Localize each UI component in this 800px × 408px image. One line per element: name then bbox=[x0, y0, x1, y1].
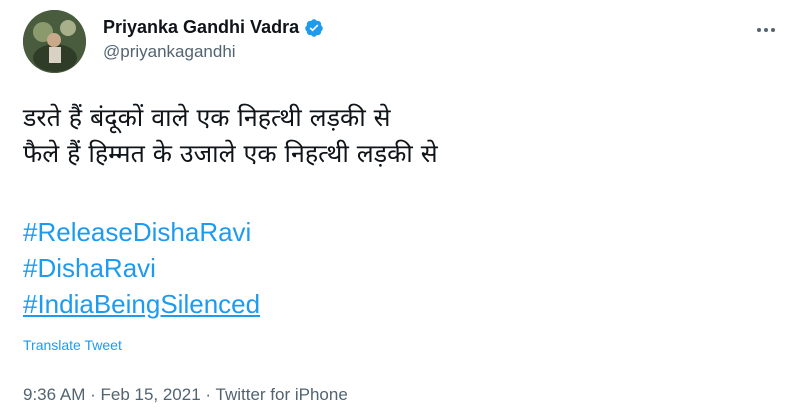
verified-badge-icon bbox=[304, 18, 324, 38]
avatar-photo-icon bbox=[23, 10, 86, 73]
hashtag-list: #ReleaseDishaRavi #DishaRavi #IndiaBeing… bbox=[23, 214, 783, 322]
translate-tweet-link[interactable]: Translate Tweet bbox=[23, 337, 122, 353]
hashtag-release-disha-ravi[interactable]: #ReleaseDishaRavi bbox=[23, 214, 783, 250]
name-row: Priyanka Gandhi Vadra bbox=[103, 17, 324, 38]
more-options-icon[interactable] bbox=[754, 18, 778, 42]
tweet-metadata: 9:36 AM · Feb 15, 2021 · Twitter for iPh… bbox=[23, 385, 348, 405]
meta-separator-2: · bbox=[200, 385, 216, 404]
tweet-text-line-2: फैले हैं हिम्मत के उजाले एक निहत्थी लड़क… bbox=[23, 139, 438, 168]
tweet-time[interactable]: 9:36 AM bbox=[23, 385, 85, 404]
hashtag-india-being-silenced[interactable]: #IndiaBeingSilenced bbox=[23, 286, 783, 322]
tweet-source[interactable]: Twitter for iPhone bbox=[216, 385, 348, 404]
meta-separator-1: · bbox=[85, 385, 101, 404]
hashtag-disha-ravi[interactable]: #DishaRavi bbox=[23, 250, 783, 286]
tweet-date[interactable]: Feb 15, 2021 bbox=[100, 385, 200, 404]
tweet-body: डरते हैं बंदूकों वाले एक निहत्थी लड़की स… bbox=[23, 100, 783, 355]
author-block: Priyanka Gandhi Vadra @priyankagandhi bbox=[103, 17, 324, 62]
tweet-card: Priyanka Gandhi Vadra @priyankagandhi डर… bbox=[0, 0, 800, 408]
handle[interactable]: @priyankagandhi bbox=[103, 42, 324, 62]
tweet-text-line-1: डरते हैं बंदूकों वाले एक निहत्थी लड़की स… bbox=[23, 103, 391, 132]
display-name[interactable]: Priyanka Gandhi Vadra bbox=[103, 17, 299, 38]
avatar[interactable] bbox=[23, 10, 86, 73]
